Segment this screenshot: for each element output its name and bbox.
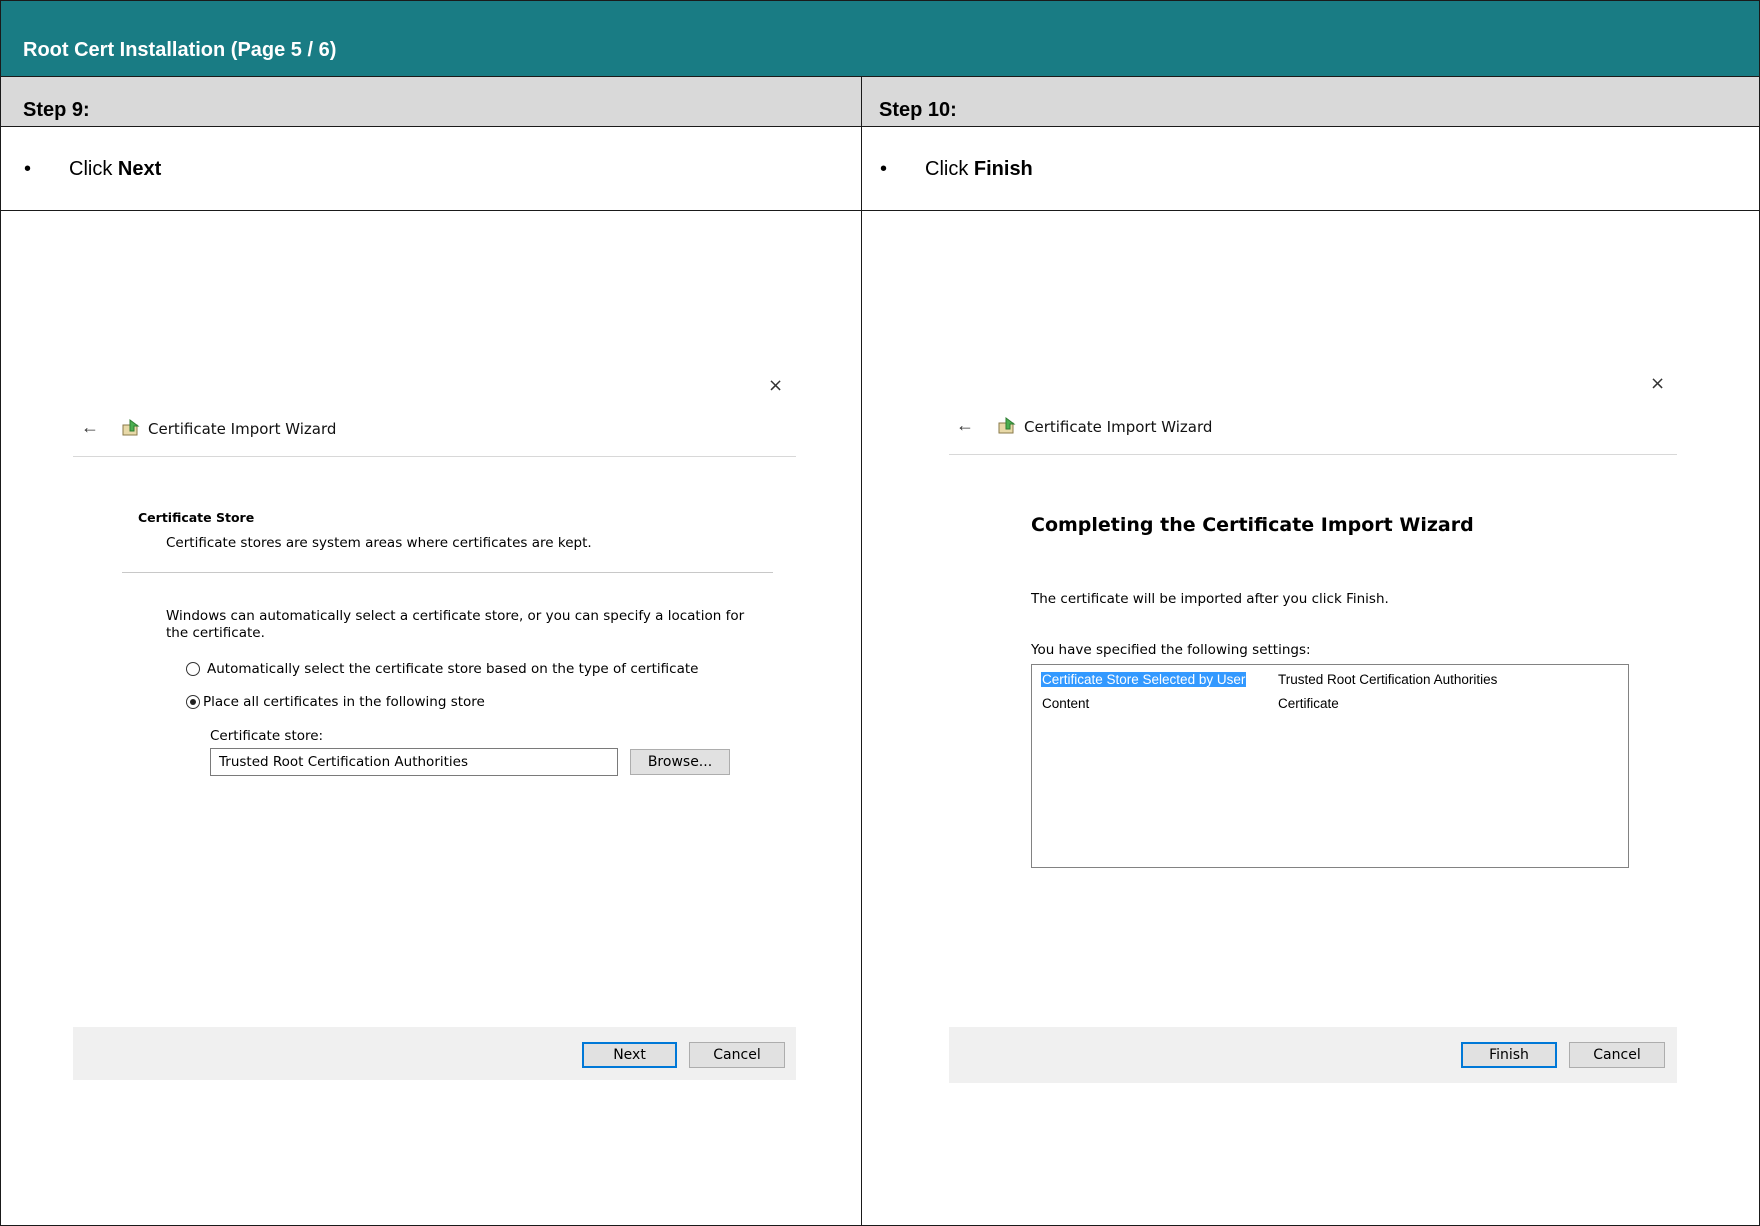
browse-button[interactable]: Browse...	[630, 749, 730, 775]
certificate-icon	[122, 419, 140, 436]
bullet-icon: •	[880, 158, 888, 180]
back-arrow-icon[interactable]: ←	[956, 415, 974, 436]
settings-row-value: Certificate	[1278, 696, 1339, 711]
wizard-title: Certificate Import Wizard	[1024, 418, 1213, 436]
radio-auto-select-label[interactable]: Automatically select the certificate sto…	[207, 661, 698, 677]
selected-setting[interactable]: Certificate Store Selected by User	[1041, 672, 1247, 687]
store-label: Certificate store:	[210, 728, 324, 744]
step-header-row: Step 9: Step 10:	[0, 76, 1760, 127]
settings-label: You have specified the following setting…	[1031, 642, 1311, 658]
title-separator	[73, 456, 796, 457]
description-line-1: Windows can automatically select a certi…	[166, 608, 745, 624]
description-line-2: the certificate.	[166, 625, 265, 641]
radio-place-all-label[interactable]: Place all certificates in the following …	[203, 694, 485, 710]
certificate-store-field[interactable]: Trusted Root Certification Authorities	[210, 748, 618, 776]
page-title: Root Cert Installation (Page 5 / 6)	[23, 39, 337, 61]
close-icon[interactable]: ×	[768, 375, 783, 396]
settings-listbox[interactable]: Certificate Store Selected by User Trust…	[1031, 664, 1629, 868]
wizard-footer	[73, 1027, 796, 1080]
section-separator	[122, 572, 773, 573]
wizard-title: Certificate Import Wizard	[148, 420, 337, 438]
instruction-emphasis: Finish	[973, 158, 1033, 180]
close-icon[interactable]: ×	[1650, 373, 1665, 394]
finish-button[interactable]: Finish	[1461, 1042, 1557, 1068]
cancel-button[interactable]: Cancel	[689, 1042, 785, 1068]
section-title: Certificate Store	[138, 510, 255, 525]
next-button[interactable]: Next	[582, 1042, 677, 1068]
back-arrow-icon[interactable]: ←	[81, 417, 99, 438]
cancel-button[interactable]: Cancel	[1569, 1042, 1665, 1068]
bullet-icon: •	[24, 158, 32, 180]
instruction-prefix: Click	[69, 158, 118, 180]
step-9-label: Step 9:	[23, 99, 90, 121]
settings-row-value: Trusted Root Certification Authorities	[1278, 672, 1498, 687]
radio-auto-select[interactable]	[186, 662, 200, 676]
radio-place-all[interactable]	[186, 695, 200, 709]
completing-heading: Completing the Certificate Import Wizard	[1031, 514, 1474, 536]
settings-row-name[interactable]: Content	[1042, 696, 1089, 711]
wizard-footer	[949, 1027, 1677, 1083]
instruction-emphasis: Next	[117, 158, 162, 180]
title-separator	[949, 454, 1677, 455]
section-subtitle: Certificate stores are system areas wher…	[166, 535, 592, 551]
instruction-row: • Click Next • Click Finish	[0, 127, 1760, 211]
certificate-icon	[998, 417, 1016, 434]
column-divider	[861, 76, 862, 1226]
step-10-label: Step 10:	[879, 99, 957, 121]
instruction-prefix: Click	[925, 158, 974, 180]
info-text: The certificate will be imported after y…	[1031, 591, 1389, 607]
settings-row-name[interactable]: Certificate Store Selected by User	[1041, 672, 1247, 687]
page-header: Root Cert Installation (Page 5 / 6)	[0, 0, 1760, 76]
